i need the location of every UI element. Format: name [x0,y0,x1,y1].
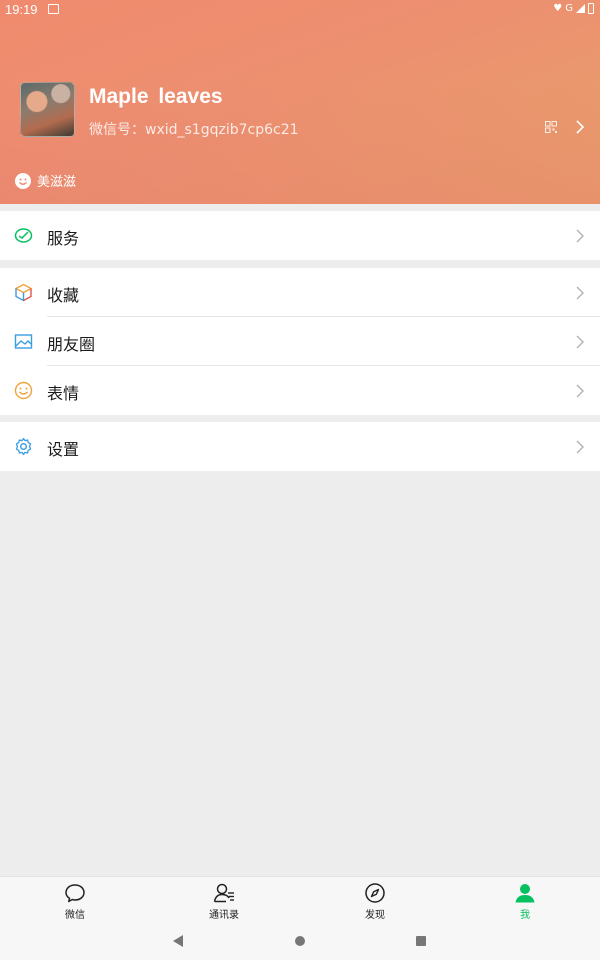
menu-item-moments[interactable]: 朋友圈 [0,317,600,366]
smile-status-icon [15,172,31,189]
tab-me[interactable]: 我 [485,877,565,925]
chevron-right-icon [576,286,584,300]
tab-label-me: 我 [520,910,530,921]
menu-label-settings: 设置 [47,440,80,459]
home-icon[interactable] [295,936,305,946]
tab-label-discover: 发现 [365,910,385,921]
gear-icon [15,437,32,456]
tab-chats[interactable]: 微信 [35,877,115,925]
wechat-id-label: 微信号： [89,122,145,138]
chevron-right-icon [576,335,584,349]
recent-apps-icon[interactable] [416,936,426,946]
tab-label-contacts: 通讯录 [209,910,239,921]
profile-card[interactable]: Maple leaves 微信号：wxid_s1gqzib7cp6c21 美滋滋 [0,0,600,204]
avatar[interactable] [20,82,75,137]
menu-group-services: 服务 [0,211,600,260]
chevron-right-icon[interactable] [574,120,586,134]
cube-icon [14,283,33,302]
contacts-icon [213,883,234,903]
chevron-right-icon [576,384,584,398]
profile-name: Maple leaves [89,85,223,108]
chevron-right-icon [576,440,584,454]
services-icon [14,228,33,243]
menu-group-settings: 设置 [0,422,600,471]
smiley-icon [14,381,33,400]
chat-bubble-icon [65,884,85,903]
system-navigation-bar [0,924,600,960]
wechat-id: 微信号：wxid_s1gqzib7cp6c21 [89,119,299,139]
bottom-tab-bar: 微信 通讯录 发现 我 [0,876,600,924]
tab-contacts[interactable]: 通讯录 [184,877,264,925]
menu-label-moments: 朋友圈 [47,335,96,354]
menu-item-settings[interactable]: 设置 [0,422,600,471]
tab-discover[interactable]: 发现 [335,877,415,925]
wechat-id-value: wxid_s1gqzib7cp6c21 [145,122,299,138]
menu-group-content: 收藏 朋友圈 表情 [0,268,600,415]
menu-label-services: 服务 [47,229,80,248]
menu-label-stickers: 表情 [47,384,80,403]
status-button[interactable]: 美滋滋 [15,171,76,190]
menu-item-stickers[interactable]: 表情 [0,366,600,415]
me-icon [515,884,535,903]
chevron-right-icon [576,229,584,243]
picture-icon [14,334,33,349]
menu-item-favorites[interactable]: 收藏 [0,268,600,317]
back-icon[interactable] [172,935,184,947]
compass-icon [365,883,385,903]
status-text: 美滋滋 [37,175,77,190]
menu-item-services[interactable]: 服务 [0,211,600,260]
qr-code-icon[interactable] [545,121,557,133]
menu-label-favorites: 收藏 [47,286,80,305]
tab-label-chats: 微信 [65,910,85,921]
